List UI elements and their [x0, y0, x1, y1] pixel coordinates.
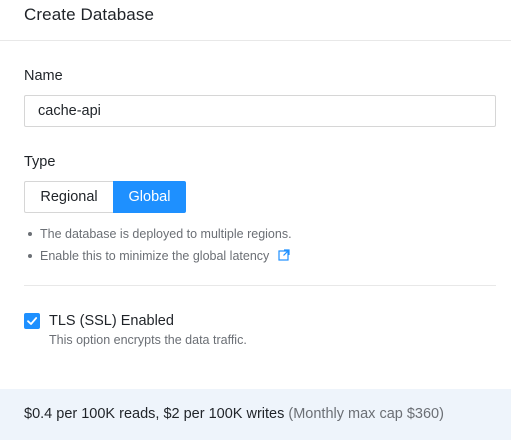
type-note: The database is deployed to multiple reg… [28, 223, 292, 245]
tls-description: This option encrypts the data traffic. [49, 333, 247, 347]
pricing-footer: $0.4 per 100K reads, $2 per 100K writes … [0, 389, 511, 440]
type-option-regional[interactable]: Regional [24, 181, 113, 213]
tls-checkbox[interactable] [24, 313, 40, 329]
name-input[interactable] [24, 95, 496, 127]
dialog-header: Create Database [0, 0, 511, 41]
checkmark-icon [27, 317, 38, 325]
create-database-dialog: Create Database Name Type Regional Globa… [0, 0, 511, 440]
section-divider [24, 285, 496, 286]
pricing-rates: $0.4 per 100K reads, $2 per 100K writes [24, 406, 285, 422]
type-option-global[interactable]: Global [113, 181, 186, 213]
dialog-title: Create Database [24, 5, 155, 24]
tls-label[interactable]: TLS (SSL) Enabled [49, 313, 174, 329]
type-label: Type [24, 154, 56, 170]
type-notes: The database is deployed to multiple reg… [28, 223, 292, 267]
type-note-text: The database is deployed to multiple reg… [40, 227, 292, 241]
pricing-text: $0.4 per 100K reads, $2 per 100K writes … [24, 406, 444, 422]
name-label: Name [24, 68, 63, 84]
type-selector: Regional Global [24, 181, 186, 213]
type-note-text: Enable this to minimize the global laten… [40, 249, 270, 263]
external-link-icon[interactable] [278, 246, 290, 261]
pricing-cap: (Monthly max cap $360) [288, 406, 444, 422]
type-note: Enable this to minimize the global laten… [28, 245, 292, 267]
